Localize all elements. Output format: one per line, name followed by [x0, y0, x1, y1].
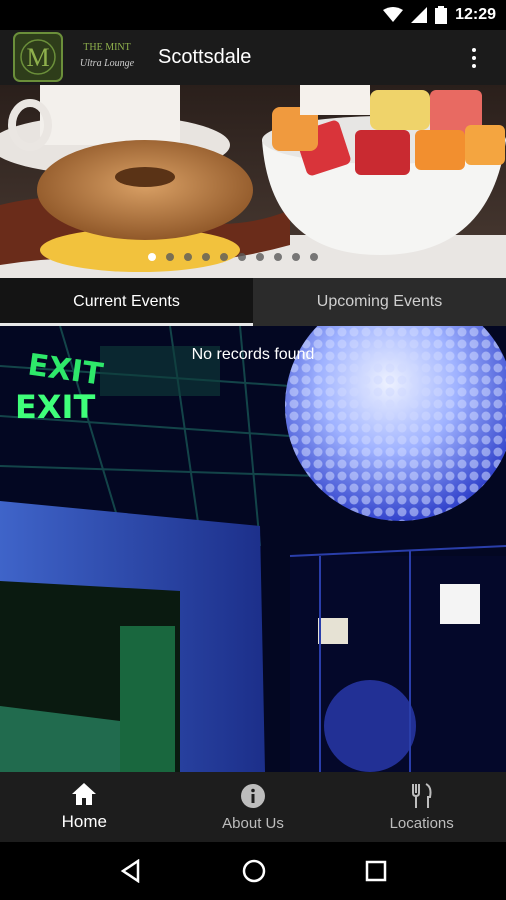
cell-signal-icon: [411, 7, 428, 23]
svg-text:EXIT: EXIT: [15, 388, 95, 426]
info-icon: [241, 783, 265, 808]
wifi-icon: [383, 7, 404, 22]
carousel-dot[interactable]: [202, 253, 210, 261]
carousel-indicators: [148, 253, 318, 261]
carousel-dot[interactable]: [148, 253, 156, 261]
carousel-dot[interactable]: [166, 253, 174, 261]
carousel-dot[interactable]: [238, 253, 246, 261]
carousel-dot[interactable]: [220, 253, 228, 261]
logo-text-line2: Ultra Lounge: [80, 58, 135, 69]
events-content: EXIT EXIT No records found: [0, 326, 506, 772]
logo-text-line1: THE MINT: [83, 42, 131, 53]
back-icon[interactable]: [119, 859, 143, 883]
tab-upcoming-events[interactable]: Upcoming Events: [253, 278, 506, 326]
system-navigation-bar: [0, 842, 506, 900]
nav-locations[interactable]: Locations: [337, 772, 506, 842]
nav-about-us-label: About Us: [222, 814, 284, 832]
carousel-dot[interactable]: [292, 253, 300, 261]
carousel-dot[interactable]: [256, 253, 264, 261]
app-bar: M THE MINT Ultra Lounge Scottsdale: [0, 30, 506, 85]
nav-locations-label: Locations: [389, 814, 454, 832]
bottom-navigation: Home About Us Locations: [0, 772, 506, 842]
nav-about-us[interactable]: About Us: [169, 772, 338, 842]
carousel-image-breakfast: [0, 85, 506, 278]
background-image-lounge: EXIT EXIT: [0, 326, 506, 772]
carousel-dot[interactable]: [274, 253, 282, 261]
home-icon: [72, 783, 97, 805]
app-title: Scottsdale: [158, 46, 252, 68]
tab-current-events[interactable]: Current Events: [0, 278, 253, 326]
more-vert-icon[interactable]: [462, 44, 486, 72]
home-circle-icon[interactable]: [241, 858, 267, 884]
logo-monogram: M: [26, 43, 49, 72]
nav-home[interactable]: Home: [0, 772, 169, 842]
recents-icon[interactable]: [365, 860, 387, 882]
image-carousel[interactable]: [0, 85, 506, 278]
utensils-icon: [411, 782, 432, 808]
empty-state-message: No records found: [191, 346, 315, 363]
status-bar: 12:29: [0, 0, 506, 30]
carousel-dot[interactable]: [184, 253, 192, 261]
nav-home-label: Home: [61, 812, 108, 831]
battery-icon: [435, 6, 448, 24]
brand-logo: M THE MINT Ultra Lounge: [12, 30, 152, 85]
carousel-dot[interactable]: [310, 253, 318, 261]
status-time: 12:29: [455, 6, 496, 23]
events-tabs: Current Events Upcoming Events: [0, 278, 506, 326]
